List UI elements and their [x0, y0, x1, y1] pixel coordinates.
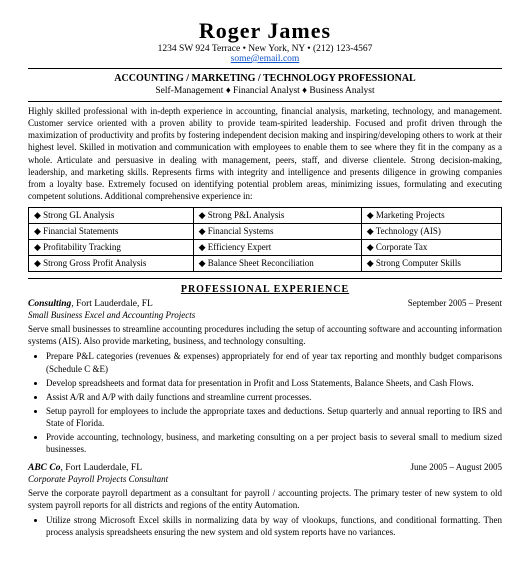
exp-location: , Fort Lauderdale, FL: [71, 299, 153, 309]
skill-cell: ◆ Financial Systems: [193, 224, 361, 240]
exp-company-name: ABC Co: [28, 463, 60, 473]
exp-dates: June 2005 – August 2005: [410, 462, 502, 472]
skill-cell: ◆ Corporate Tax: [361, 240, 501, 256]
experience-container: Consulting, Fort Lauderdale, FLSeptember…: [28, 298, 502, 538]
exp-header-row: ABC Co, Fort Lauderdale, FL June 2005 – A…: [28, 462, 502, 473]
header-divider: [28, 68, 502, 69]
skill-cell: ◆ Technology (AIS): [361, 224, 501, 240]
sub-title: Self-Management ♦ Financial Analyst ♦ Bu…: [28, 86, 502, 96]
experience-block: ABC Co, Fort Lauderdale, FL June 2005 – A…: [28, 462, 502, 539]
skill-cell: ◆ Strong Gross Profit Analysis: [29, 256, 194, 272]
exp-dates: September 2005 – Present: [408, 298, 502, 308]
exp-company-location: Consulting, Fort Lauderdale, FL: [28, 299, 153, 309]
exp-bullet-item: Setup payroll for employees to include t…: [46, 405, 502, 429]
exp-bullet-item: Develop spreadsheets and format data for…: [46, 377, 502, 389]
summary-divider-top: [28, 101, 502, 102]
exp-bullet-item: Assist A/R and A/P with daily functions …: [46, 391, 502, 403]
skill-cell: ◆ Balance Sheet Reconciliation: [193, 256, 361, 272]
skill-cell: ◆ Strong P&L Analysis: [193, 208, 361, 224]
exp-bullet-item: Prepare P&L categories (revenues & expen…: [46, 350, 502, 374]
summary-text: Highly skilled professional with in-dept…: [28, 105, 502, 202]
candidate-name: Roger James: [28, 18, 502, 44]
experience-block: Consulting, Fort Lauderdale, FL September…: [28, 298, 502, 455]
email-link[interactable]: some@email.com: [231, 54, 300, 64]
exp-bullet-list: Utilize strong Microsoft Excel skills in…: [46, 514, 502, 538]
skills-table: ◆ Strong GL Analysis◆ Strong P&L Analysi…: [28, 207, 502, 272]
section-professional-experience: PROFESSIONAL EXPERIENCE: [28, 284, 502, 295]
exp-bullet-item: Provide accounting, technology, business…: [46, 431, 502, 455]
skill-cell: ◆ Strong GL Analysis: [29, 208, 194, 224]
exp-bullet-list: Prepare P&L categories (revenues & expen…: [46, 350, 502, 455]
skill-cell: ◆ Financial Statements: [29, 224, 194, 240]
exp-company-location: ABC Co, Fort Lauderdale, FL: [28, 463, 142, 473]
skill-cell: ◆ Strong Computer Skills: [361, 256, 501, 272]
resume-header: Roger James 1234 SW 924 Terrace • New Yo…: [28, 18, 502, 64]
skill-cell: ◆ Efficiency Expert: [193, 240, 361, 256]
candidate-email: some@email.com: [28, 54, 502, 64]
exp-header-row: Consulting, Fort Lauderdale, FL September…: [28, 298, 502, 309]
exp-description: Serve small businesses to streamline acc…: [28, 323, 502, 347]
exp-location: , Fort Lauderdale, FL: [60, 463, 142, 473]
exp-role: Corporate Payroll Projects Consultant: [28, 474, 502, 484]
skill-cell: ◆ Marketing Projects: [361, 208, 501, 224]
professional-title: ACCOUNTING / MARKETING / TECHNOLOGY PROF…: [28, 73, 502, 84]
exp-company-name: Consulting: [28, 299, 71, 309]
exp-description: Serve the corporate payroll department a…: [28, 487, 502, 511]
experience-divider: [28, 278, 502, 279]
exp-bullet-item: Utilize strong Microsoft Excel skills in…: [46, 514, 502, 538]
exp-role: Small Business Excel and Accounting Proj…: [28, 310, 502, 320]
skill-cell: ◆ Profitability Tracking: [29, 240, 194, 256]
candidate-address: 1234 SW 924 Terrace • New York, NY • (21…: [28, 44, 502, 54]
